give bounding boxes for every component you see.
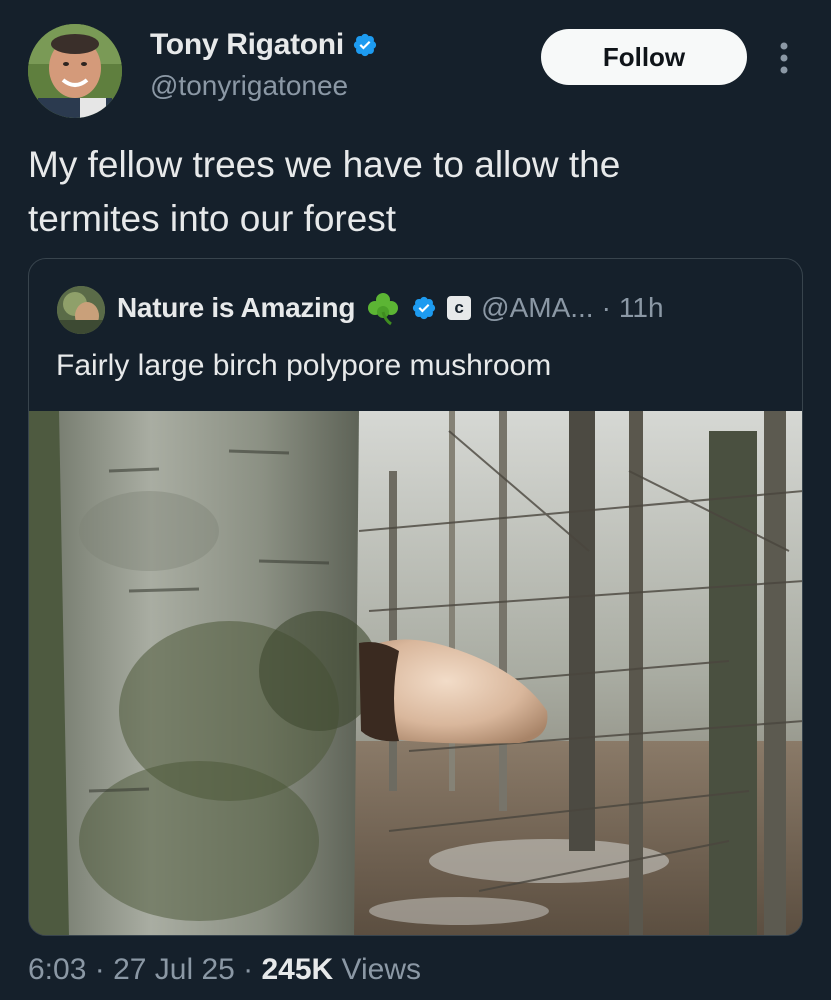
quoted-author-handle[interactable]: @AMA... bbox=[481, 292, 593, 324]
more-dots-icon[interactable] bbox=[776, 38, 792, 78]
follow-button[interactable]: Follow bbox=[541, 29, 747, 85]
tweet-header: Tony Rigatoni @tonyrigatonee Follow bbox=[0, 0, 831, 130]
quoted-verified-badge-icon bbox=[413, 296, 436, 320]
tweet-text: My fellow trees we have to allow the ter… bbox=[28, 138, 788, 246]
tweet-text-line-2: termites into our forest bbox=[28, 198, 397, 239]
tweet-meta: 6:03 · 27 Jul 25 · 245K Views bbox=[28, 953, 421, 987]
meta-separator: · bbox=[234, 953, 262, 986]
affiliate-badge: c bbox=[447, 296, 472, 320]
quoted-author-row: Nature is Amazing c @AMA... · 11h bbox=[117, 290, 664, 326]
quoted-author-name[interactable]: Nature is Amazing bbox=[117, 292, 355, 324]
tweet-date[interactable]: 27 Jul 25 bbox=[113, 953, 235, 986]
quoted-media-photo[interactable] bbox=[29, 411, 802, 935]
author-handle[interactable]: @tonyrigatonee bbox=[150, 70, 348, 102]
verified-badge-icon bbox=[353, 33, 376, 57]
meta-separator: · bbox=[86, 953, 114, 986]
quoted-author-avatar[interactable] bbox=[57, 286, 105, 334]
tree-mushroom-photo bbox=[29, 411, 802, 935]
separator-dot: · bbox=[601, 292, 611, 323]
shamrock-icon bbox=[368, 293, 399, 326]
author-avatar[interactable] bbox=[28, 24, 122, 118]
quoted-tweet-text: Fairly large birch polypore mushroom bbox=[56, 349, 552, 382]
author-name-row: Tony Rigatoni bbox=[150, 28, 378, 62]
author-name[interactable]: Tony Rigatoni bbox=[150, 28, 344, 62]
quoted-avatar-photo bbox=[57, 286, 105, 334]
quoted-timestamp[interactable]: 11h bbox=[619, 292, 664, 324]
tweet-time[interactable]: 6:03 bbox=[28, 953, 86, 986]
tweet-text-line-1: My fellow trees we have to allow the bbox=[28, 144, 621, 185]
views-count[interactable]: 245K bbox=[262, 953, 334, 986]
avatar-photo bbox=[28, 24, 122, 118]
views-label: Views bbox=[333, 953, 422, 986]
quoted-tweet-card[interactable]: Nature is Amazing c @AMA... · 11h Fairly… bbox=[28, 258, 803, 936]
